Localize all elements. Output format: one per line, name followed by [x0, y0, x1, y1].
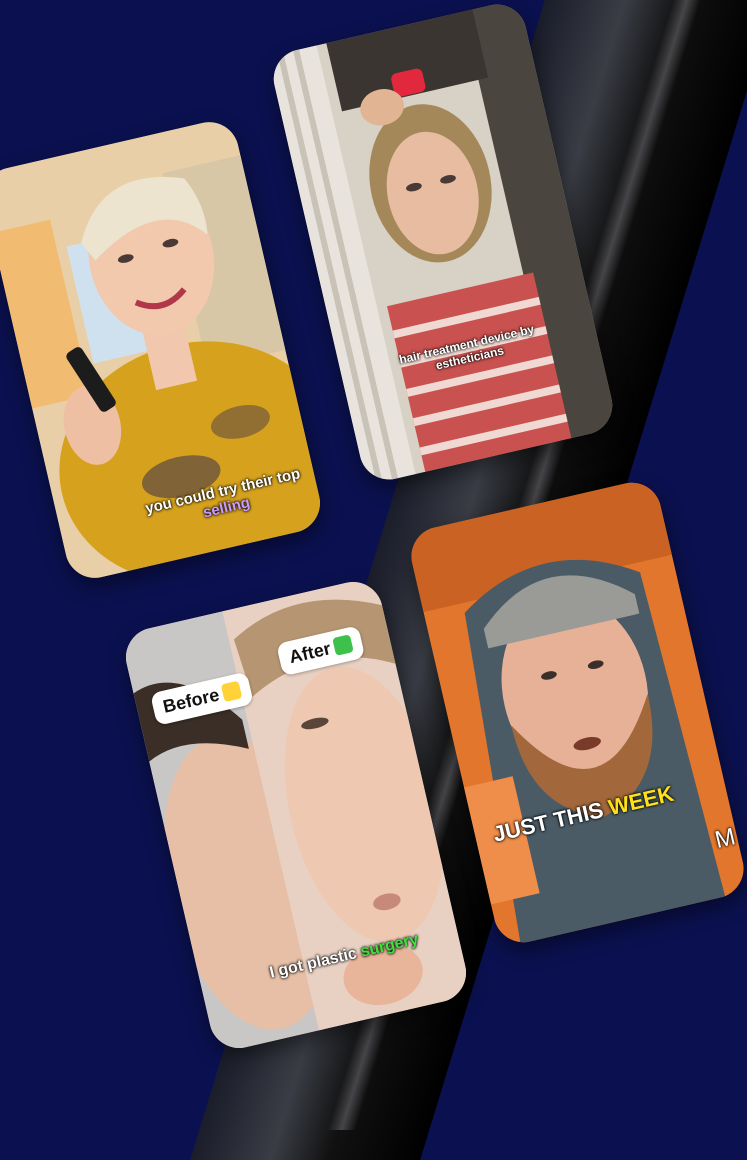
- crying-emoji-icon: [220, 680, 243, 703]
- video-card-serum[interactable]: you could try their top selling: [0, 116, 326, 584]
- check-mark-icon: [332, 634, 354, 656]
